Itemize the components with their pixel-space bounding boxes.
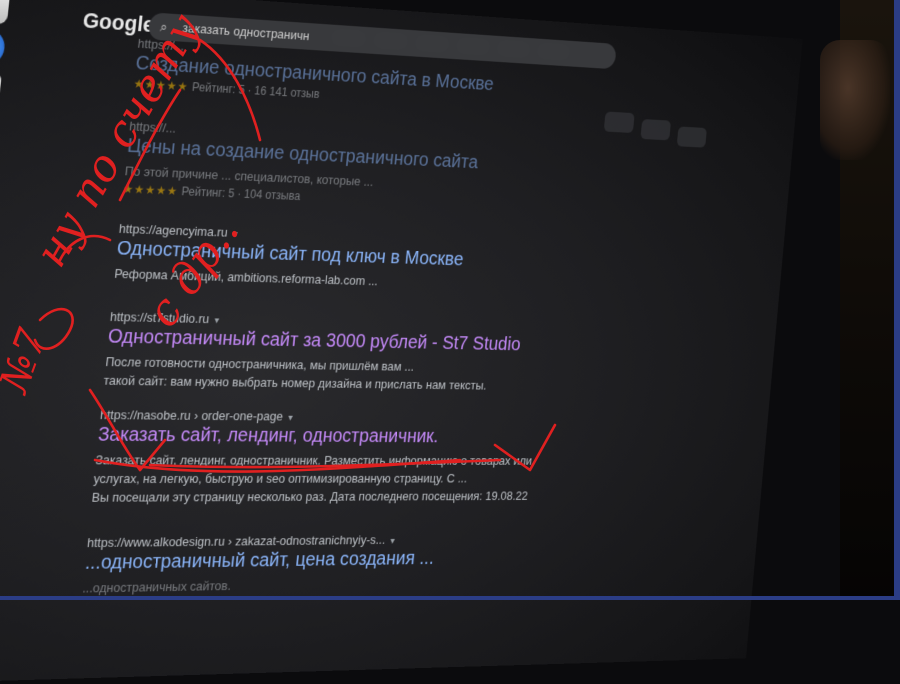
search-result: https://nasobe.ru › order-one-page ▾ Зака…: [91, 407, 561, 506]
star-rating-icon: ★★★★★: [132, 76, 190, 94]
google-logo[interactable]: Google: [82, 8, 156, 38]
filter-chip[interactable]: [330, 28, 368, 48]
search-result: https://st7studio.ru ▾ Одностраничный сай…: [103, 309, 570, 395]
tools-button[interactable]: [676, 126, 707, 148]
filter-chip[interactable]: [372, 31, 409, 51]
result-title[interactable]: Заказать сайт, лендинг, одностраничник.: [97, 424, 559, 448]
result-url[interactable]: https://nasobe.ru › order-one-page ▾: [99, 407, 560, 425]
chevron-down-icon[interactable]: ▾: [214, 316, 220, 327]
result-snippet: ...одностраничных сайтов.: [81, 578, 232, 596]
desk-object: [820, 40, 890, 160]
filter-chip[interactable]: [536, 42, 571, 61]
star-rating-icon: ★★★★★: [122, 182, 179, 198]
chevron-down-icon[interactable]: ▾: [232, 229, 238, 240]
tools-bar: [602, 111, 795, 158]
tools-button[interactable]: [640, 119, 672, 141]
search-result: https://www.alkodesign.ru › zakazat-odno…: [82, 531, 550, 597]
chevron-down-icon[interactable]: ▾: [390, 536, 395, 546]
search-result: https://... Цены на создание одностранич…: [122, 119, 586, 215]
result-url-text[interactable]: https://st7studio.ru: [109, 309, 209, 326]
monitor-screen: Google ⌕ заказать одностраничн https://.…: [0, 0, 803, 684]
search-result: https://agencyima.ru ▾ Одностраничный сай…: [114, 221, 578, 295]
filter-chip[interactable]: [495, 39, 532, 59]
visited-note: Вы посещали эту страницу несколько раз. …: [91, 488, 529, 505]
filter-chip[interactable]: [414, 34, 451, 54]
result-snippet: Заказать сайт, лендинг, одностраничник. …: [94, 452, 533, 468]
rating-text: Рейтинг: 5 · 104 отзыва: [181, 184, 301, 203]
filter-chip[interactable]: [455, 36, 491, 56]
notes-icon[interactable]: [0, 70, 2, 108]
result-url-text[interactable]: https://nasobe.ru › order-one-page: [99, 407, 283, 423]
result-snippet: услугах, на легкую, быструю и seo оптими…: [92, 471, 468, 486]
image-border: [894, 0, 900, 600]
image-border: [0, 596, 900, 600]
result-title[interactable]: ...одностраничный сайт, цена создания ..…: [84, 547, 548, 575]
tools-button[interactable]: [603, 111, 635, 134]
result-url-text[interactable]: https://www.alkodesign.ru › zakazat-odno…: [86, 532, 386, 550]
chevron-down-icon[interactable]: ▾: [288, 413, 294, 424]
result-url-text[interactable]: https://agencyima.ru: [118, 221, 228, 239]
